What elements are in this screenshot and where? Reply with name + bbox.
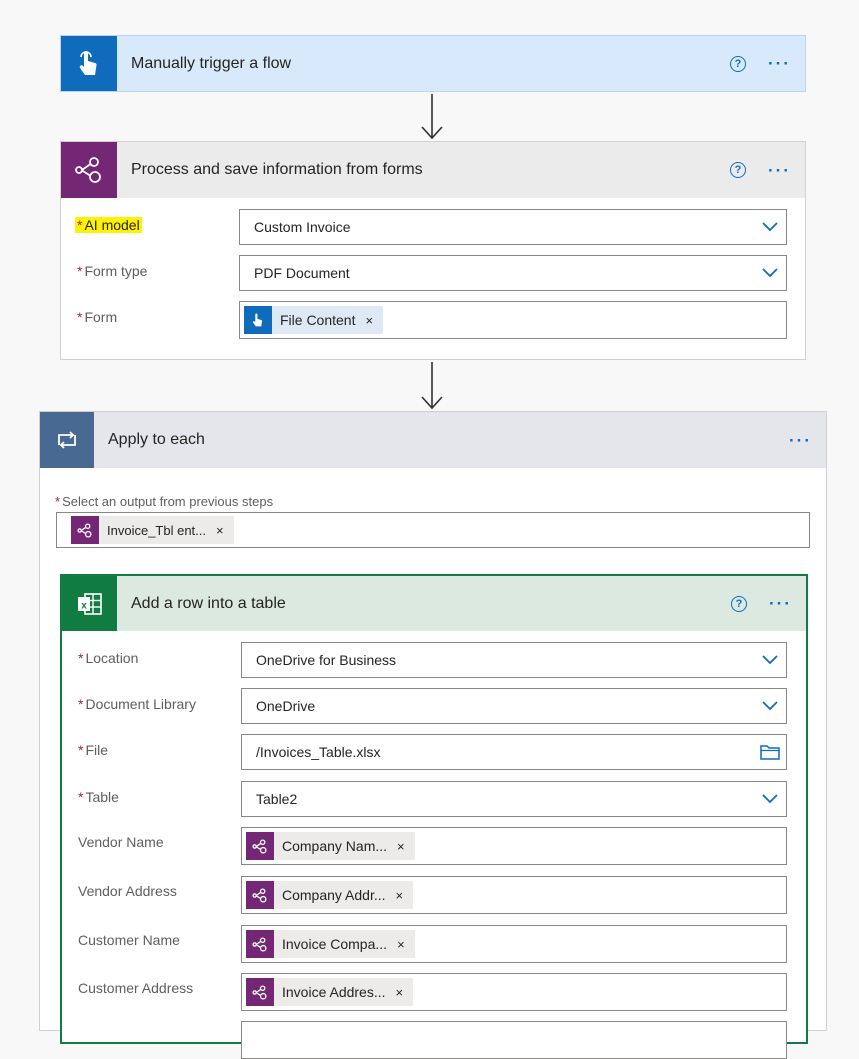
trigger-card[interactable]: Manually trigger a flow ? ··· bbox=[60, 35, 806, 92]
vendor-address-input[interactable]: Company Addr... × bbox=[241, 876, 787, 914]
form-label: * Form bbox=[77, 309, 118, 325]
table-dropdown[interactable]: Table2 bbox=[241, 781, 787, 817]
ai-builder-icon bbox=[71, 516, 99, 544]
add-row-header[interactable]: x Add a row into a table ? ··· bbox=[62, 576, 806, 631]
chevron-down-icon bbox=[754, 268, 786, 278]
location-label: * Location bbox=[78, 650, 139, 666]
invoice-company-token[interactable]: Invoice Compa... × bbox=[246, 930, 415, 958]
help-icon[interactable]: ? bbox=[730, 55, 747, 72]
remove-token-icon[interactable]: × bbox=[397, 937, 405, 952]
more-options-icon[interactable]: ··· bbox=[769, 595, 792, 612]
ai-builder-icon bbox=[246, 930, 274, 958]
chevron-down-icon bbox=[754, 655, 786, 665]
apply-to-each-title: Apply to each bbox=[108, 431, 205, 448]
ai-model-dropdown[interactable]: Custom Invoice bbox=[239, 209, 787, 245]
file-content-token[interactable]: File Content × bbox=[244, 306, 384, 334]
add-row-title: Add a row into a table bbox=[131, 594, 286, 612]
invoice-tbl-token[interactable]: Invoice_Tbl ent... × bbox=[71, 516, 234, 544]
form-type-label: * Form type bbox=[77, 263, 148, 279]
ai-builder-icon bbox=[246, 881, 274, 909]
apply-to-each-header[interactable]: Apply to each ··· bbox=[40, 412, 826, 468]
file-input[interactable]: /Invoices_Table.xlsx bbox=[241, 734, 787, 770]
loop-icon bbox=[40, 412, 94, 468]
help-icon[interactable]: ? bbox=[731, 595, 748, 612]
ai-builder-icon bbox=[246, 978, 274, 1006]
select-output-input[interactable]: Invoice_Tbl ent... × bbox=[56, 512, 810, 548]
ai-model-label: * AI model bbox=[75, 217, 142, 233]
invoice-address-token[interactable]: Invoice Addres... × bbox=[246, 978, 414, 1006]
document-library-dropdown[interactable]: OneDrive bbox=[241, 688, 787, 724]
apply-to-each-card: Apply to each ··· * Select an output from… bbox=[39, 411, 827, 1059]
process-forms-header[interactable]: Process and save information from forms … bbox=[61, 142, 805, 198]
customer-address-input[interactable]: Invoice Addres... × bbox=[241, 973, 787, 1011]
form-input[interactable]: File Content × bbox=[239, 301, 787, 339]
remove-token-icon[interactable]: × bbox=[365, 313, 373, 328]
vendor-name-input[interactable]: Company Nam... × bbox=[241, 827, 787, 865]
remove-token-icon[interactable]: × bbox=[396, 888, 404, 903]
next-field-input[interactable] bbox=[241, 1021, 787, 1059]
remove-token-icon[interactable]: × bbox=[216, 523, 224, 538]
flow-arrow-icon bbox=[421, 362, 443, 410]
customer-address-label: Customer Address bbox=[78, 980, 194, 996]
company-address-token[interactable]: Company Addr... × bbox=[246, 881, 414, 909]
vendor-address-label: Vendor Address bbox=[78, 883, 177, 899]
form-type-dropdown[interactable]: PDF Document bbox=[239, 255, 787, 291]
flow-arrow-icon bbox=[421, 94, 443, 140]
remove-token-icon[interactable]: × bbox=[396, 985, 404, 1000]
table-label: * Table bbox=[78, 789, 119, 805]
trigger-title: Manually trigger a flow bbox=[131, 54, 292, 72]
excel-icon: x bbox=[62, 576, 117, 631]
location-dropdown[interactable]: OneDrive for Business bbox=[241, 642, 787, 678]
process-forms-title: Process and save information from forms bbox=[131, 161, 423, 178]
chevron-down-icon bbox=[754, 222, 786, 232]
customer-name-input[interactable]: Invoice Compa... × bbox=[241, 925, 787, 963]
ai-builder-icon bbox=[61, 142, 117, 198]
process-forms-card: Process and save information from forms … bbox=[60, 141, 806, 360]
folder-picker-icon[interactable] bbox=[754, 744, 786, 760]
file-label: * File bbox=[78, 742, 109, 758]
help-icon[interactable]: ? bbox=[730, 162, 747, 178]
svg-text:x: x bbox=[81, 600, 87, 611]
remove-token-icon[interactable]: × bbox=[397, 839, 405, 854]
chevron-down-icon bbox=[754, 794, 786, 804]
vendor-name-label: Vendor Name bbox=[78, 834, 164, 850]
chevron-down-icon bbox=[754, 701, 786, 711]
document-library-label: * Document Library bbox=[78, 696, 196, 712]
more-options-icon[interactable]: ··· bbox=[789, 432, 812, 449]
touch-trigger-icon bbox=[244, 306, 272, 334]
select-output-label: * Select an output from previous steps bbox=[55, 494, 274, 509]
customer-name-label: Customer Name bbox=[78, 932, 180, 948]
ai-builder-icon bbox=[246, 832, 274, 860]
company-name-token[interactable]: Company Nam... × bbox=[246, 832, 415, 860]
more-options-icon[interactable]: ··· bbox=[768, 162, 791, 179]
add-row-card: x Add a row into a table ? ··· * Location… bbox=[60, 574, 808, 1059]
touch-trigger-icon bbox=[61, 36, 117, 91]
more-options-icon[interactable]: ··· bbox=[768, 55, 791, 72]
